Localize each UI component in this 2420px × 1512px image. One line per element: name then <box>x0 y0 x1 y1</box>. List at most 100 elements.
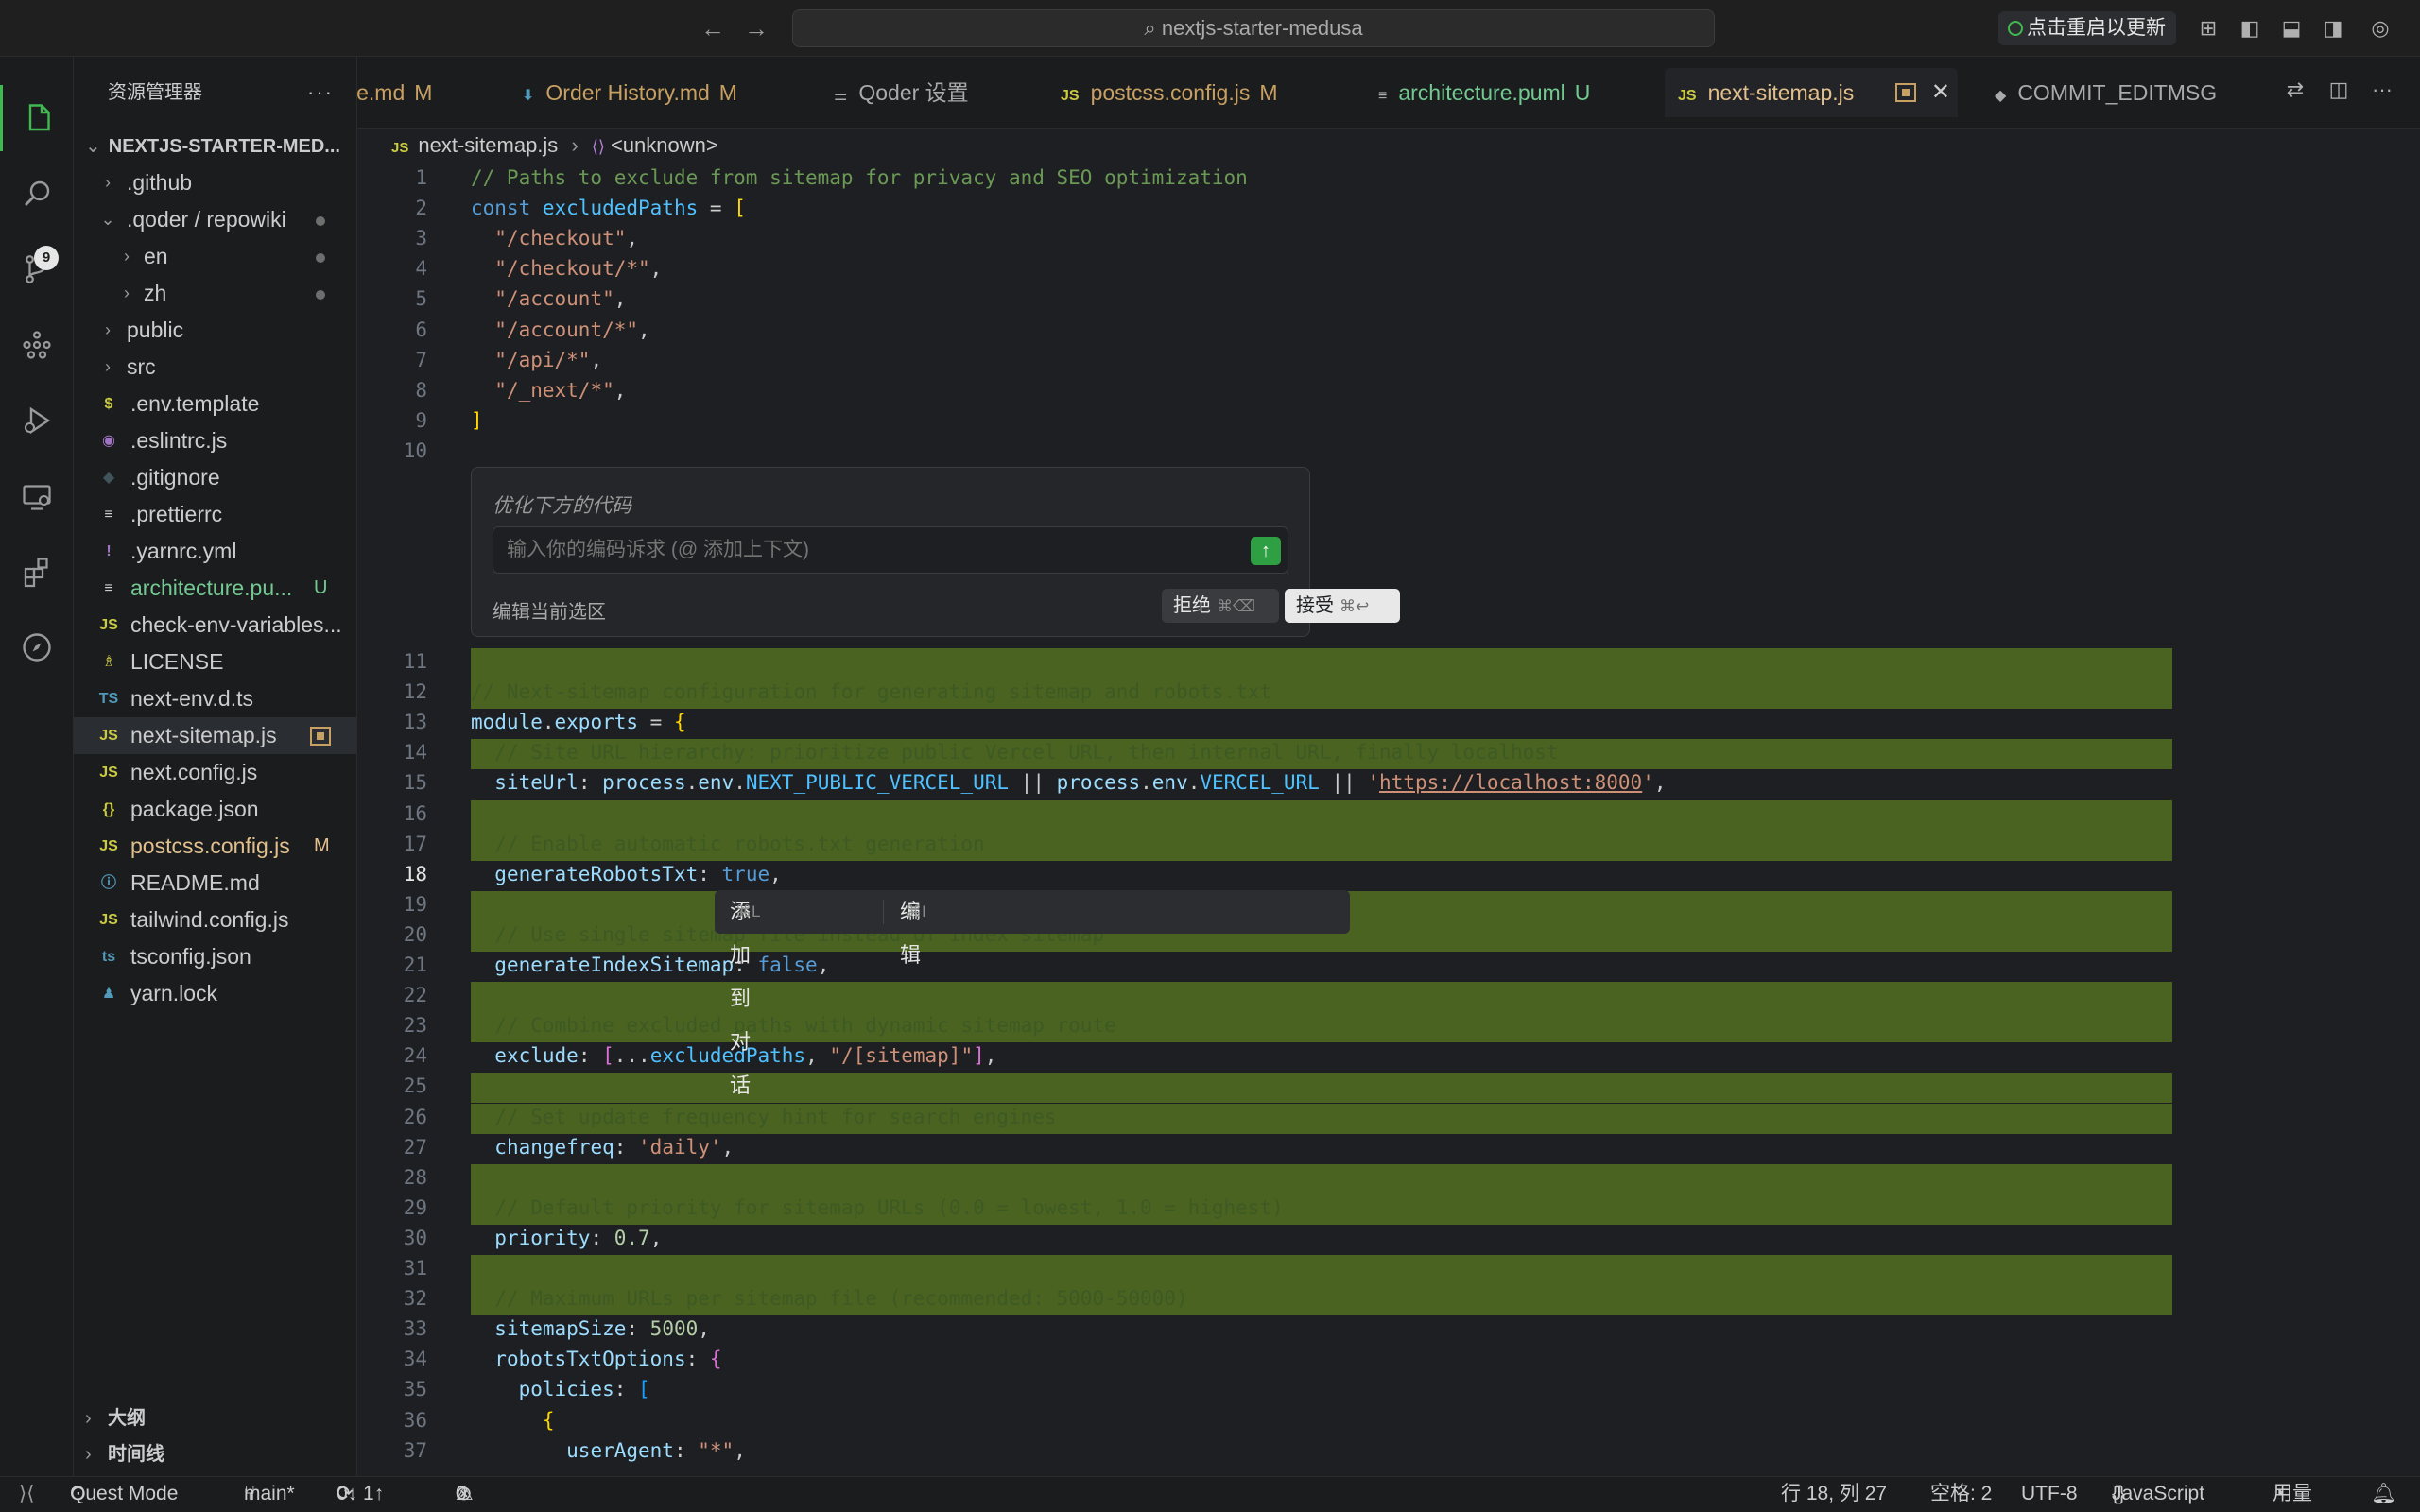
toggle-secondary-sidebar-icon[interactable]: ◨ <box>2318 13 2348 43</box>
folder-item[interactable]: › src <box>74 349 356 386</box>
code-line[interactable]: // Maximum URLs per sitemap file (recomm… <box>471 1287 1187 1310</box>
inline-chat-input[interactable] <box>493 526 1288 574</box>
extensions-icon[interactable] <box>0 539 74 605</box>
file-type-icon: ◆ <box>102 470 115 486</box>
code-line[interactable]: ] <box>471 409 483 432</box>
editor-tab[interactable]: le.md M <box>357 68 445 117</box>
cursor-position[interactable]: 行 18, 列 27 <box>1781 1477 1887 1511</box>
file-item[interactable]: ⓘ README.md <box>74 865 356 902</box>
file-item[interactable]: {} package.json <box>74 791 356 828</box>
code-line[interactable]: "/checkout/*", <box>471 257 662 280</box>
breadcrumb-symbol[interactable]: <unknown> <box>611 133 718 157</box>
editor-tab[interactable]: ≡ architecture.puml U <box>1365 68 1603 117</box>
breadcrumb-file[interactable]: next-sitemap.js <box>418 133 558 157</box>
command-center-search[interactable]: ⌕ nextjs-starter-medusa <box>792 9 1715 47</box>
file-item[interactable]: JS tailwind.config.js <box>74 902 356 938</box>
line-number: 11 <box>403 650 427 673</box>
code-line[interactable]: // Enable automatic robots.txt generatio… <box>471 833 984 855</box>
reject-label: 拒绝 <box>1173 595 1211 616</box>
file-item[interactable]: ! .yarnrc.yml <box>74 533 356 570</box>
file-item[interactable]: JS check-env-variables... <box>74 607 356 644</box>
compare-changes-icon[interactable]: ⇄ <box>2280 77 2310 108</box>
code-line[interactable]: "/account/*", <box>471 318 649 341</box>
timeline-section[interactable]: › 时间线 <box>74 1436 357 1472</box>
remote-explorer-icon[interactable] <box>0 463 74 529</box>
code-editor[interactable]: 1 // Paths to exclude from sitemap for pr… <box>357 163 2420 1476</box>
layout-grid-icon[interactable]: ⊞ <box>2193 13 2223 43</box>
code-line[interactable]: // Paths to exclude from sitemap for pri… <box>471 166 1248 189</box>
folder-item[interactable]: › .github <box>74 164 356 201</box>
code-line[interactable]: siteUrl: process.env.NEXT_PUBLIC_VERCEL_… <box>471 771 1666 794</box>
line-number: 13 <box>403 711 427 734</box>
indentation[interactable]: 空格: 2 <box>1930 1477 1992 1511</box>
file-item[interactable]: JS next.config.js <box>74 754 356 791</box>
file-item[interactable]: ♗ LICENSE <box>74 644 356 680</box>
toggle-panel-icon[interactable]: ⬓ <box>2276 13 2307 43</box>
forward-arrow-icon[interactable]: → <box>741 13 771 43</box>
editor-tab[interactable]: ⚌ Qoder 设置 <box>821 68 982 117</box>
code-line[interactable]: // Default priority for sitemap URLs (0.… <box>471 1196 1283 1219</box>
file-item[interactable]: ◆ .gitignore <box>74 459 356 496</box>
account-icon[interactable]: ◎ <box>2365 13 2395 43</box>
file-item[interactable]: ≡ .prettierrc <box>74 496 356 533</box>
file-item[interactable]: ♟ yarn.lock <box>74 975 356 1012</box>
folder-item[interactable]: › public <box>74 312 356 349</box>
file-item[interactable]: ◉ .eslintrc.js <box>74 422 356 459</box>
code-line[interactable]: "/_next/*", <box>471 379 626 402</box>
file-item[interactable]: ts tsconfig.json <box>74 938 356 975</box>
more-actions-icon[interactable]: ··· <box>2367 77 2397 108</box>
folder-item[interactable]: › en <box>74 238 356 275</box>
file-item[interactable]: ≡ architecture.pu... U <box>74 570 356 607</box>
editor-tab[interactable]: JS next-sitemap.js ✕ <box>1665 68 1958 117</box>
tree-item-label: .eslintrc.js <box>130 428 228 453</box>
code-line[interactable]: module.exports = { <box>471 711 686 733</box>
code-line[interactable]: // Combine excluded paths with dynamic s… <box>471 1014 1115 1037</box>
code-line[interactable]: generateRobotsTxt: true, <box>471 863 781 885</box>
code-line[interactable]: // Next-sitemap configuration for genera… <box>471 680 1271 703</box>
restart-to-update-button[interactable]: 点击重启以更新 <box>1998 11 2176 45</box>
file-item[interactable]: JS postcss.config.js M <box>74 828 356 865</box>
project-root[interactable]: ⌄ NEXTJS-STARTER-MED... <box>74 129 356 164</box>
encoding[interactable]: UTF-8 <box>2021 1477 2078 1511</box>
code-line[interactable]: const excludedPaths = [ <box>471 197 746 219</box>
code-line[interactable]: sitemapSize: 5000, <box>471 1317 710 1340</box>
code-line[interactable]: changefreq: 'daily', <box>471 1136 734 1159</box>
split-editor-icon[interactable]: ◫ <box>2324 77 2354 108</box>
file-item[interactable]: JS next-sitemap.js <box>74 717 356 754</box>
code-line[interactable]: robotsTxtOptions: { <box>471 1348 721 1370</box>
remote-icon[interactable]: ⟩⟨ <box>19 1477 34 1511</box>
code-line[interactable]: "/checkout", <box>471 227 638 249</box>
toggle-primary-sidebar-icon[interactable]: ◧ <box>2235 13 2265 43</box>
bell-icon[interactable]: 🔔︎ <box>2371 1477 2396 1511</box>
code-line[interactable]: // Set update frequency hint for search … <box>471 1106 1056 1128</box>
compass-icon[interactable] <box>0 614 74 680</box>
close-tab-icon[interactable]: ✕ <box>1931 68 1950 117</box>
accept-button[interactable]: 接受 ⌘↩ <box>1285 589 1400 623</box>
file-item[interactable]: $ .env.template <box>74 386 356 422</box>
code-line[interactable]: // Site URL hierarchy: prioritize public… <box>471 741 1558 764</box>
folder-item[interactable]: ⌄ .qoder / repowiki <box>74 201 356 238</box>
code-line[interactable]: generateIndexSitemap: false, <box>471 954 829 976</box>
more-actions-icon[interactable]: ··· <box>307 57 334 129</box>
code-line[interactable]: priority: 0.7, <box>471 1227 662 1249</box>
editor-tab[interactable]: JS postcss.config.js M <box>1047 68 1291 117</box>
file-item[interactable]: TS next-env.d.ts <box>74 680 356 717</box>
code-line[interactable]: "/account", <box>471 287 626 310</box>
search-icon[interactable] <box>0 161 74 227</box>
code-line[interactable]: policies: [ <box>471 1378 650 1400</box>
code-line[interactable]: userAgent: "*", <box>471 1439 746 1462</box>
back-arrow-icon[interactable]: ← <box>698 13 728 43</box>
reject-button[interactable]: 拒绝 ⌘⌫ <box>1162 589 1279 623</box>
editor-tab[interactable]: ◆ COMMIT_EDITMSG <box>1981 68 2230 117</box>
code-line[interactable]: { <box>471 1409 555 1432</box>
outline-section[interactable]: › 大纲 <box>74 1400 357 1436</box>
send-arrow-icon[interactable]: ↑ <box>1251 537 1281 565</box>
editor-tab[interactable]: ⬇ Order History.md M <box>509 68 751 117</box>
folder-item[interactable]: › zh <box>74 275 356 312</box>
file-type-icon: JS <box>99 617 118 633</box>
explorer-icon[interactable] <box>0 85 74 151</box>
code-line[interactable]: "/api/*", <box>471 349 602 371</box>
run-debug-icon[interactable] <box>0 387 74 454</box>
source-control-icon[interactable] <box>0 236 74 302</box>
graph-nodes-icon[interactable] <box>0 312 74 378</box>
